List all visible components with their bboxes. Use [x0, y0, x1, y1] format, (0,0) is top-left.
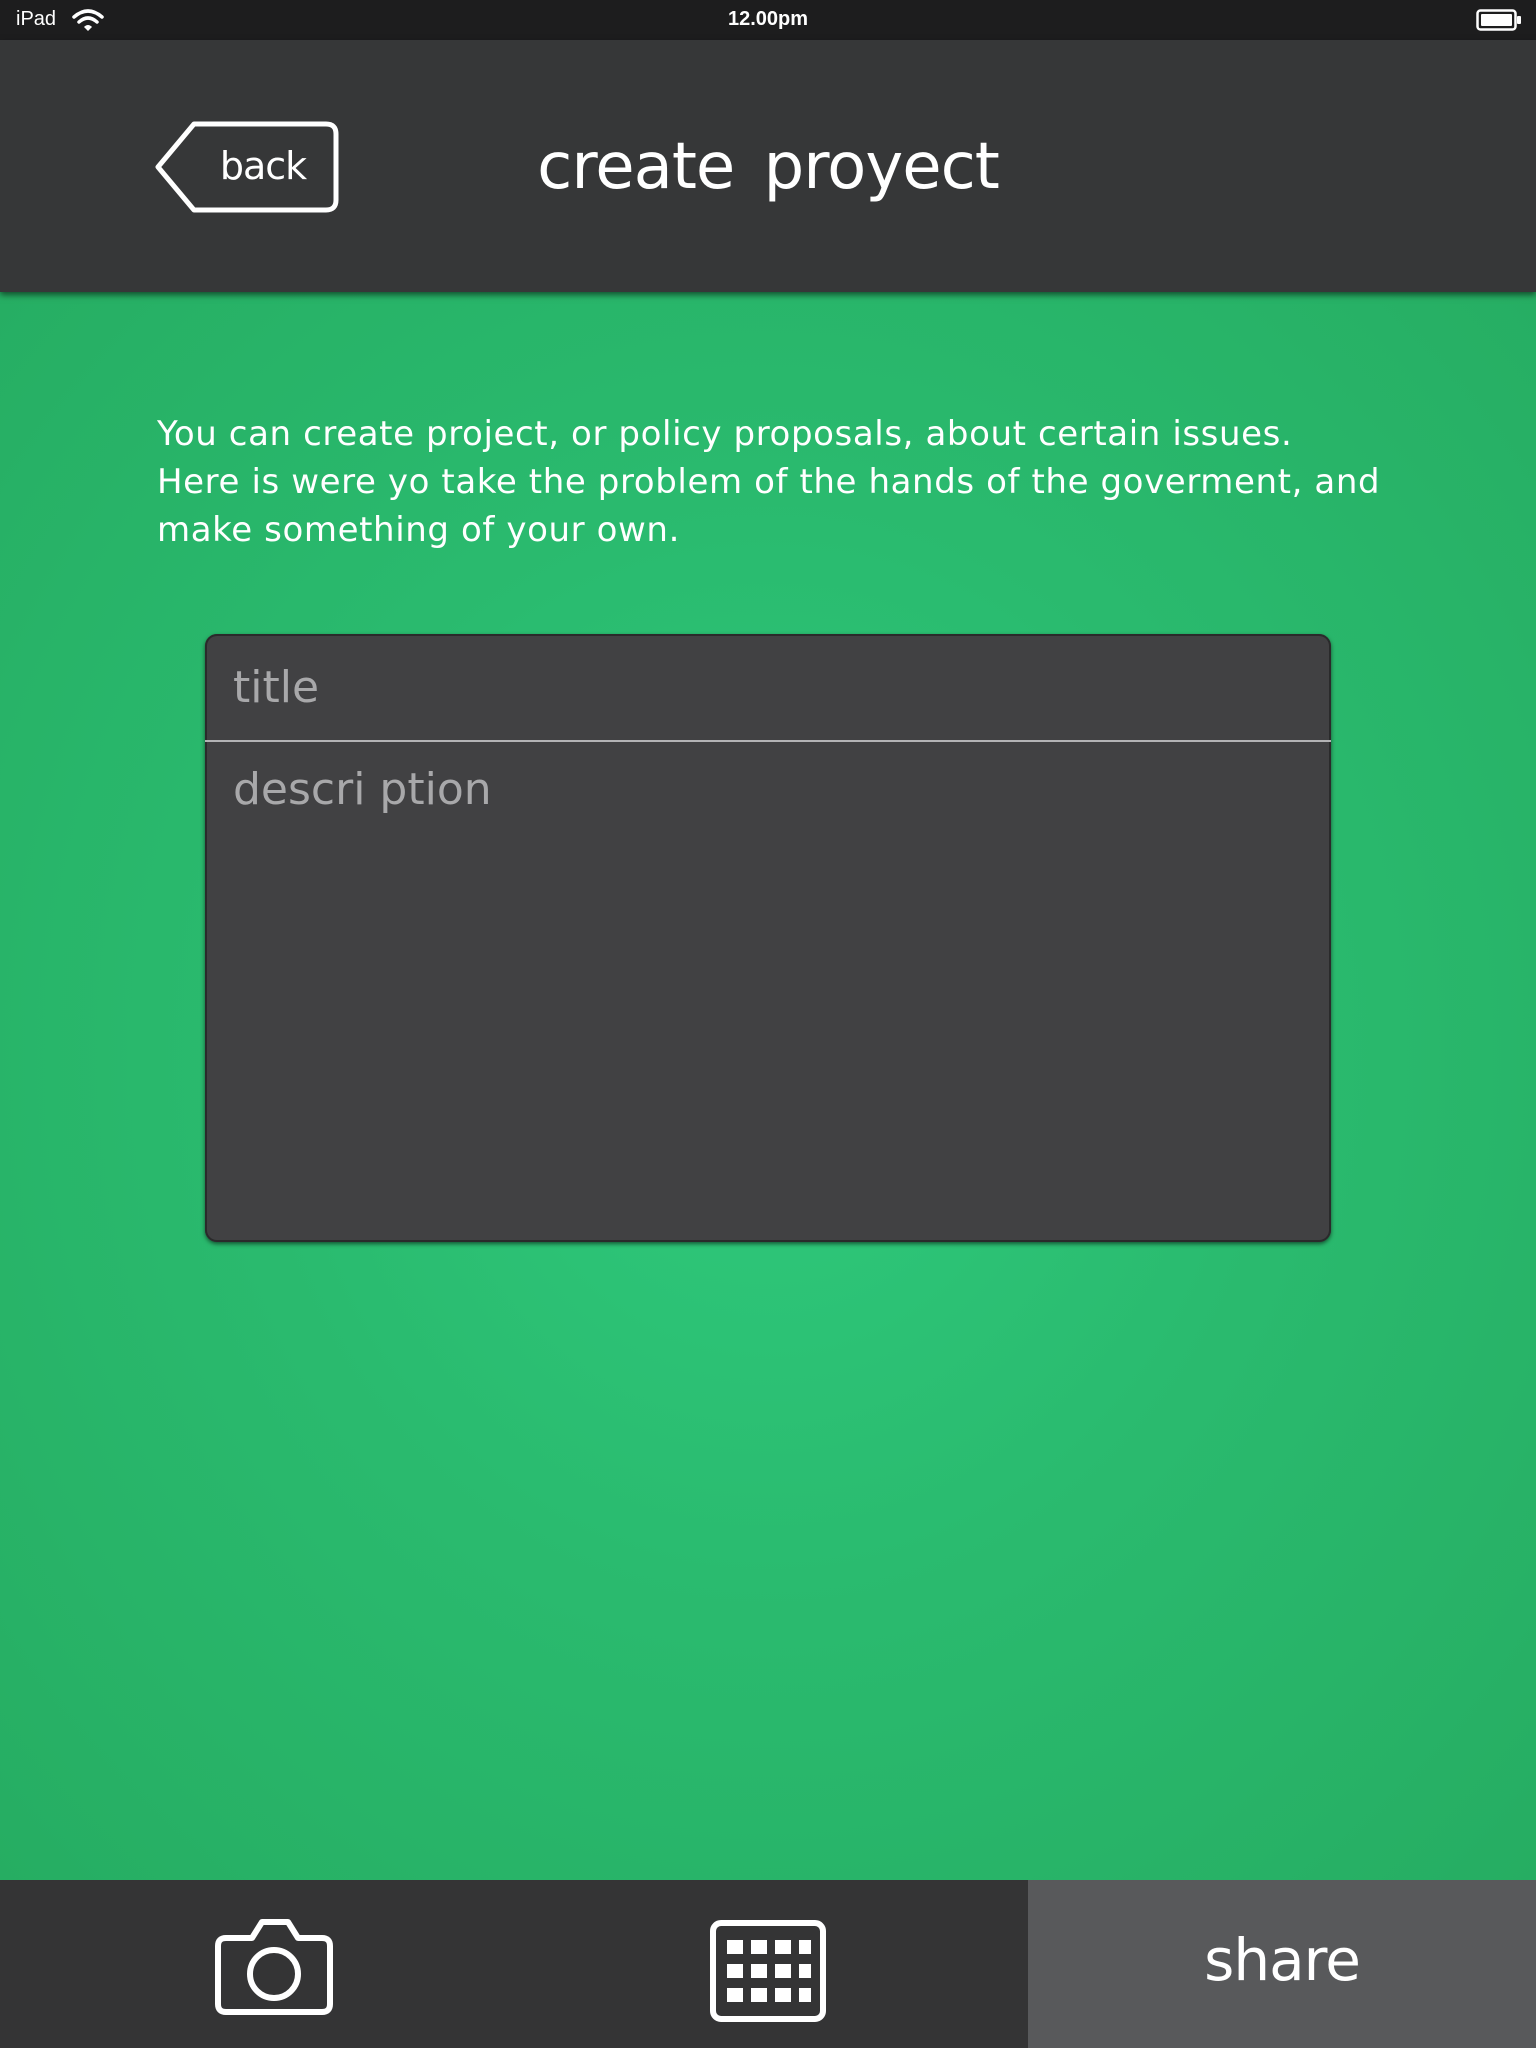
title-input[interactable] [205, 634, 1331, 740]
intro-text: You can create project, or policy propos… [157, 410, 1417, 554]
header-bar: back create proyect [0, 40, 1536, 292]
camera-icon [215, 1919, 333, 2015]
intro-line: make something of your own. [157, 510, 680, 550]
status-time: 12.00pm [727, 8, 809, 30]
bottom-toolbar: share [0, 1880, 1536, 2048]
create-project-screen: iPad 12.00pm back create proyect You can… [0, 0, 1536, 2048]
status-bar: iPad 12.00pm [0, 0, 1536, 40]
description-textarea[interactable] [205, 742, 1331, 1242]
intro-line: You can create project, or policy propos… [157, 414, 1293, 454]
share-button-label: share [1204, 1926, 1361, 1994]
intro-line: Here is were yo take the problem of the … [157, 462, 1381, 502]
grid-icon [710, 1920, 826, 2022]
page-title: create proyect [537, 130, 1000, 204]
grid-button[interactable] [548, 1880, 1028, 2048]
camera-button[interactable] [0, 1880, 548, 2048]
main-content: You can create project, or policy propos… [0, 292, 1536, 1880]
share-button[interactable]: share [1028, 1880, 1536, 2048]
project-form-card [205, 634, 1331, 1242]
battery-icon [1476, 9, 1522, 31]
